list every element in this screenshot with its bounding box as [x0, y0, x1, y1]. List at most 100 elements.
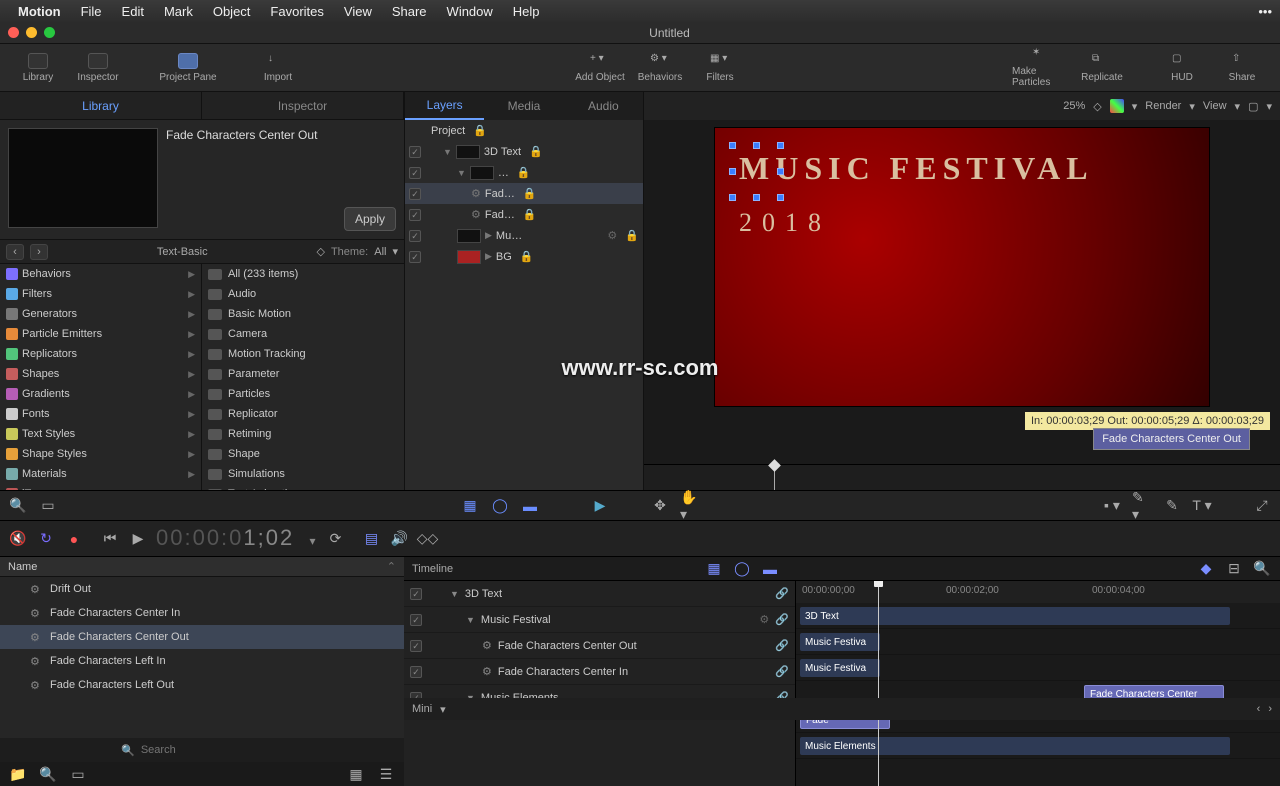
list-item[interactable]: ⚙Drift Out [0, 577, 404, 601]
nav-back-button[interactable]: ‹ [6, 244, 24, 260]
link-icon[interactable]: 🔗 [775, 587, 789, 600]
library-tab[interactable]: Library [0, 92, 202, 119]
lock-icon[interactable]: 🔒 [529, 145, 543, 158]
timeline-row[interactable]: ✓⚙Fade Characters Center Out🔗 [404, 633, 795, 659]
close-window-icon[interactable] [8, 27, 19, 38]
selection-handle[interactable] [777, 142, 784, 149]
visibility-checkbox[interactable]: ✓ [409, 230, 421, 242]
layer-row[interactable]: ✓▶BG🔒 [405, 246, 643, 267]
visibility-checkbox[interactable]: ✓ [409, 188, 421, 200]
clip-music-festival[interactable]: Music Festiva [800, 633, 880, 651]
menu-window[interactable]: Window [439, 4, 501, 19]
replicate-button[interactable]: ⧉Replicate [1072, 53, 1132, 83]
library-button[interactable]: Library [8, 53, 68, 83]
play-button-icon[interactable]: ▶ [128, 529, 148, 549]
zoom-window-icon[interactable] [44, 27, 55, 38]
make-particles-button[interactable]: ✶Make Particles [1012, 47, 1072, 88]
menu-file[interactable]: File [73, 4, 110, 19]
mini-playhead[interactable] [774, 465, 775, 490]
render-menu[interactable]: Render [1145, 100, 1181, 112]
lock-icon[interactable]: 🔒 [517, 166, 531, 179]
visibility-checkbox[interactable]: ✓ [410, 588, 422, 600]
gear-icon[interactable]: ⚙ [607, 229, 617, 242]
mini-label[interactable]: Mini [412, 703, 432, 715]
list-view-icon[interactable]: ☰ [376, 764, 396, 784]
subcat-basic-motion[interactable]: Basic Motion [202, 304, 404, 324]
subcat-audio[interactable]: Audio [202, 284, 404, 304]
menu-mark[interactable]: Mark [156, 4, 201, 19]
menubar-extras-icon[interactable]: ••• [1258, 4, 1272, 19]
category-list[interactable]: Behaviors▶Filters▶Generators▶Particle Em… [0, 264, 202, 490]
color-channels-icon[interactable] [1110, 99, 1124, 113]
behaviors-button[interactable]: ⚙ ▾Behaviors [630, 53, 690, 83]
subcat-parameter[interactable]: Parameter [202, 364, 404, 384]
timeline-circle-icon[interactable]: ◯ [732, 559, 752, 579]
mute-audio-icon[interactable]: 🔇 [8, 529, 28, 549]
category-filters[interactable]: Filters▶ [0, 284, 201, 304]
loop-icon[interactable]: ↻ [36, 529, 56, 549]
menu-edit[interactable]: Edit [114, 4, 152, 19]
record-icon[interactable]: ● [64, 529, 84, 549]
category-gradients[interactable]: Gradients▶ [0, 384, 201, 404]
layer-row[interactable]: ✓▼3D Text🔒 [405, 141, 643, 162]
lock-icon[interactable]: 🔒 [523, 187, 537, 200]
category-shapes[interactable]: Shapes▶ [0, 364, 201, 384]
view-menu[interactable]: View [1203, 100, 1227, 112]
selection-handle[interactable] [729, 194, 736, 201]
share-button[interactable]: ⇧Share [1212, 53, 1272, 83]
grid-view-icon[interactable]: ▦ [346, 764, 366, 784]
search-input[interactable] [141, 744, 283, 756]
minimize-window-icon[interactable] [26, 27, 37, 38]
selection-handle[interactable] [777, 194, 784, 201]
play-icon[interactable]: ▶ [590, 496, 610, 516]
list-view-icon[interactable]: ▭ [38, 496, 58, 516]
lock-icon[interactable]: 🔒 [473, 124, 487, 137]
category-text-styles[interactable]: Text Styles▶ [0, 424, 201, 444]
sort-arrow-icon[interactable]: ⌃ [387, 560, 396, 573]
timeline-row[interactable]: ✓▼Music Festival⚙🔗 [404, 607, 795, 633]
audio-tab[interactable]: Audio [564, 92, 643, 120]
disclosure-icon[interactable]: ▼ [457, 168, 466, 178]
disclosure-icon[interactable]: ▼ [443, 147, 452, 157]
audio-meter-icon[interactable]: 🔊 [389, 529, 409, 549]
expand-icon[interactable]: ⤢ [1252, 496, 1272, 516]
category-behaviors[interactable]: Behaviors▶ [0, 264, 201, 284]
color-dropdown-icon[interactable]: ▾ [1132, 100, 1138, 113]
clip-music-elements[interactable]: Music Elements [800, 737, 1230, 755]
scroll-right-icon[interactable]: › [1268, 703, 1272, 715]
keyframe-nav-icon[interactable]: ◇◇ [417, 529, 437, 549]
safe-zones-icon[interactable]: ▢ [1248, 100, 1258, 113]
visibility-checkbox[interactable]: ✓ [409, 167, 421, 179]
paint-tool-icon[interactable]: ✎ ▾ [1132, 496, 1152, 516]
search-icon[interactable]: 🔍 [8, 496, 28, 516]
menu-object[interactable]: Object [205, 4, 259, 19]
inspector-tab[interactable]: Inspector [202, 92, 404, 119]
scroll-left-icon[interactable]: ‹ [1257, 703, 1261, 715]
zoom-level[interactable]: 25% [1063, 100, 1085, 112]
selection-handle[interactable] [753, 142, 760, 149]
text-tool-icon[interactable]: T ▾ [1192, 496, 1212, 516]
nav-fwd-button[interactable]: › [30, 244, 48, 260]
hud-button[interactable]: ▢HUD [1152, 53, 1212, 83]
menu-help[interactable]: Help [505, 4, 548, 19]
selection-handle[interactable] [729, 168, 736, 175]
category-replicators[interactable]: Replicators▶ [0, 344, 201, 364]
subcat-shape[interactable]: Shape [202, 444, 404, 464]
disclosure-icon[interactable]: ▼ [466, 615, 475, 625]
theme-value[interactable]: All [374, 246, 386, 258]
clock-icon[interactable]: ⟳ [325, 529, 345, 549]
menu-share[interactable]: Share [384, 4, 435, 19]
category-itunes[interactable]: iTunes▶ [0, 484, 201, 490]
visibility-checkbox[interactable]: ✓ [409, 209, 421, 221]
link-icon[interactable]: 🔗 [775, 665, 789, 678]
safe-dropdown-icon[interactable]: ▾ [1266, 100, 1272, 113]
subcat-motion-tracking[interactable]: Motion Tracking [202, 344, 404, 364]
clip-music-festival-2[interactable]: Music Festiva [800, 659, 880, 677]
category-shape-styles[interactable]: Shape Styles▶ [0, 444, 201, 464]
canvas-stage[interactable]: Music Festival 2018 [715, 128, 1209, 406]
layer-row[interactable]: ✓▶Mu…⚙🔒 [405, 225, 643, 246]
timeline-playhead[interactable] [878, 581, 879, 786]
gear-icon[interactable]: ⚙ [759, 613, 769, 626]
mask-tool-icon[interactable]: ▪ ▾ [1102, 496, 1122, 516]
search-icon[interactable]: 🔍 [38, 764, 58, 784]
